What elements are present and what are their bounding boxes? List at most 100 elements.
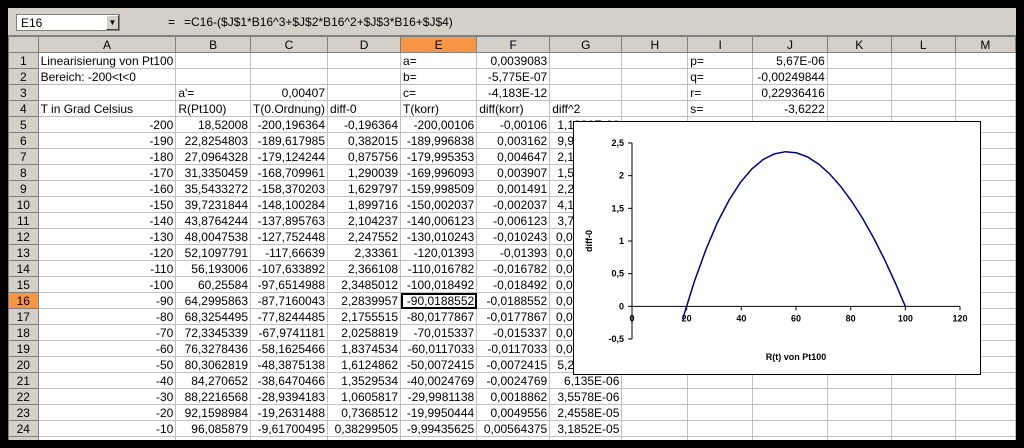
column-header-j[interactable]: J [752, 36, 828, 53]
column-header-k[interactable]: K [826, 36, 892, 53]
cell-b21[interactable]: 84,270652 [175, 372, 251, 389]
cell-d5[interactable]: -0,196364 [327, 116, 402, 133]
cell-j4[interactable]: -3,6222 [752, 100, 828, 117]
cell-h22[interactable] [621, 388, 689, 405]
cell-m2[interactable] [954, 68, 1016, 85]
cell-h23[interactable] [621, 404, 689, 421]
cell-e18[interactable]: -70,015337 [400, 324, 478, 341]
name-box[interactable]: E16 [16, 14, 120, 31]
cell-f18[interactable]: -0,015337 [476, 324, 551, 341]
column-header-a[interactable]: A [37, 36, 177, 53]
cell-b22[interactable]: 88,2216568 [175, 388, 251, 405]
cell-k24[interactable] [826, 420, 892, 437]
cell-a14[interactable]: -110 [37, 260, 177, 277]
cell-h4[interactable] [621, 100, 689, 117]
cell-g25[interactable]: 7,0772E-06 [549, 436, 623, 440]
cell-e15[interactable]: -100,018492 [400, 276, 478, 293]
cell-c1[interactable] [249, 52, 329, 69]
cell-k22[interactable] [826, 388, 892, 405]
cell-b8[interactable]: 31,3350459 [175, 164, 251, 181]
row-header[interactable]: 6 [8, 132, 39, 149]
cell-i23[interactable] [687, 404, 754, 421]
cell-c17[interactable]: -77,8244485 [249, 308, 329, 325]
cell-l2[interactable] [890, 68, 956, 85]
cell-e17[interactable]: -80,0177867 [400, 308, 478, 325]
cell-j22[interactable] [752, 388, 828, 405]
cell-b24[interactable]: 96,085879 [175, 420, 251, 437]
cell-i1[interactable]: p= [687, 52, 754, 69]
cell-l25[interactable] [890, 436, 956, 440]
cell-b3[interactable]: a'= [175, 84, 251, 101]
cell-e11[interactable]: -140,006123 [400, 212, 478, 229]
cell-l1[interactable] [890, 52, 956, 69]
cell-d19[interactable]: 1,8374534 [327, 340, 402, 357]
cell-m22[interactable] [954, 388, 1016, 405]
cell-c11[interactable]: -137,895763 [249, 212, 329, 229]
column-header-l[interactable]: L [890, 36, 956, 53]
cell-m23[interactable] [954, 404, 1016, 421]
cell-e23[interactable]: -19,9950444 [400, 404, 478, 421]
cell-f14[interactable]: -0,016782 [476, 260, 551, 277]
cell-b2[interactable] [175, 68, 251, 85]
cell-a25[interactable]: 0 [37, 436, 177, 440]
cell-a16[interactable]: -90 [37, 292, 177, 309]
cell-b15[interactable]: 60,25584 [175, 276, 251, 293]
cell-g23[interactable]: 2,4558E-05 [549, 404, 623, 421]
cell-c15[interactable]: -97,6514988 [249, 276, 329, 293]
cell-a7[interactable]: -180 [37, 148, 177, 165]
cell-e20[interactable]: -50,0072415 [400, 356, 478, 373]
cell-f7[interactable]: 0,004647 [476, 148, 551, 165]
cell-f4[interactable]: diff(korr) [476, 100, 551, 117]
cell-a9[interactable]: -160 [37, 180, 177, 197]
cell-j3[interactable]: 0,22936416 [752, 84, 828, 101]
cell-f9[interactable]: 0,001491 [476, 180, 551, 197]
row-header[interactable]: 16 [8, 292, 39, 309]
row-header[interactable]: 21 [8, 372, 39, 389]
cell-e4[interactable]: T(korr) [400, 100, 478, 117]
cell-d14[interactable]: 2,366108 [327, 260, 402, 277]
cell-c2[interactable] [249, 68, 329, 85]
cell-m25[interactable] [954, 436, 1016, 440]
cell-a20[interactable]: -50 [37, 356, 177, 373]
cell-c20[interactable]: -48,3875138 [249, 356, 329, 373]
cell-d20[interactable]: 1,6124862 [327, 356, 402, 373]
cell-c5[interactable]: -200,196364 [249, 116, 329, 133]
cell-f6[interactable]: 0,003162 [476, 132, 551, 149]
cell-h25[interactable] [621, 436, 689, 440]
select-all-corner[interactable] [8, 36, 39, 53]
cell-a2[interactable]: Bereich: -200<t<0 [37, 68, 177, 85]
cell-a8[interactable]: -170 [37, 164, 177, 181]
column-header-g[interactable]: G [549, 36, 623, 53]
cell-i25[interactable] [687, 436, 754, 440]
cell-g4[interactable]: diff^2 [549, 100, 623, 117]
cell-b18[interactable]: 72,3345339 [175, 324, 251, 341]
column-header-i[interactable]: I [687, 36, 754, 53]
cell-b12[interactable]: 48,0047538 [175, 228, 251, 245]
cell-d22[interactable]: 1,0605817 [327, 388, 402, 405]
cell-j25[interactable] [752, 436, 828, 440]
cell-e9[interactable]: -159,998509 [400, 180, 478, 197]
cell-c8[interactable]: -168,709961 [249, 164, 329, 181]
row-header[interactable]: 13 [8, 244, 39, 261]
cell-f13[interactable]: -0,01393 [476, 244, 551, 261]
cell-a13[interactable]: -120 [37, 244, 177, 261]
cell-b6[interactable]: 22,8254803 [175, 132, 251, 149]
cell-e5[interactable]: -200,00106 [400, 116, 478, 133]
cell-g22[interactable]: 3,5578E-06 [549, 388, 623, 405]
name-box-dropdown-icon[interactable]: ▼ [106, 15, 119, 30]
cell-l22[interactable] [890, 388, 956, 405]
formula-input[interactable]: =C16-($J$1*B16^3+$J$2*B16^2+$J$3*B16+$J$… [182, 14, 1002, 31]
cell-f16[interactable]: -0,0188552 [476, 292, 551, 309]
cell-d24[interactable]: 0,38299505 [327, 420, 402, 437]
cell-b10[interactable]: 39,7231844 [175, 196, 251, 213]
cell-b14[interactable]: 56,193006 [175, 260, 251, 277]
cell-f24[interactable]: 0,00564375 [476, 420, 551, 437]
cell-b17[interactable]: 68,3254495 [175, 308, 251, 325]
cell-b7[interactable]: 27,0964328 [175, 148, 251, 165]
cell-i4[interactable]: s= [687, 100, 754, 117]
cell-g3[interactable] [549, 84, 623, 101]
cell-e6[interactable]: -189,996838 [400, 132, 478, 149]
cell-f11[interactable]: -0,006123 [476, 212, 551, 229]
row-header[interactable]: 15 [8, 276, 39, 293]
cell-h1[interactable] [621, 52, 689, 69]
